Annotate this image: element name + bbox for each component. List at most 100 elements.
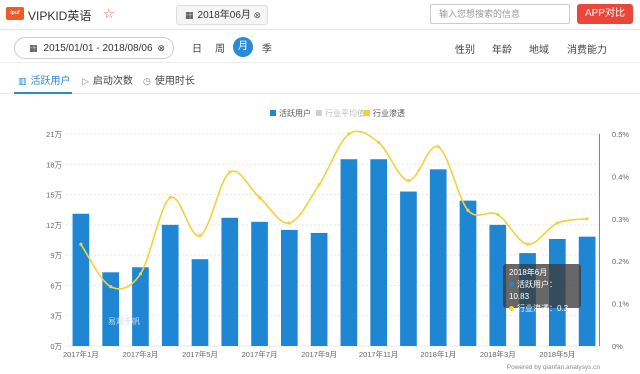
- app-logo: ipuf: [6, 7, 24, 20]
- legend-industry-average[interactable]: 行业平均值: [316, 108, 365, 119]
- active-tab-underline: [14, 92, 72, 94]
- calendar-icon: ▦: [29, 43, 38, 53]
- granularity-month[interactable]: 月: [233, 37, 253, 57]
- x-tick-label: 2017年9月: [301, 349, 337, 359]
- x-tick-label: 2017年1月: [63, 349, 99, 359]
- y-left-tick-label: 15万: [46, 191, 62, 200]
- metric-tabs: ▥ 活跃用户 ▷ 启动次数 ◷ 使用时长: [0, 64, 640, 94]
- penetration-point: [79, 242, 83, 246]
- y-right-tick-label: 0.4%: [612, 172, 629, 181]
- app-compare-button[interactable]: APP对比: [577, 4, 633, 24]
- tab-active-users[interactable]: ▥ 活跃用户: [18, 72, 71, 87]
- y-left-tick-label: 18万: [46, 160, 62, 169]
- date-range-picker[interactable]: ▦ 2015/01/01 - 2018/08/06 ⊗: [14, 37, 174, 59]
- month-value: 2018年06月: [197, 10, 251, 21]
- bar: [191, 259, 209, 346]
- x-tick-label: 2018年5月: [539, 349, 575, 359]
- penetration-point: [377, 140, 381, 145]
- legend-swatch: [270, 110, 276, 116]
- penetration-point: [496, 212, 500, 217]
- bar: [310, 232, 328, 346]
- penetration-point: [198, 234, 202, 238]
- bar: [429, 169, 447, 346]
- top-bar: ipuf VIPKID英语 ☆ ▦2018年06月 ⊗ APP对比: [0, 0, 640, 30]
- bar: [280, 229, 298, 346]
- bar: [161, 224, 179, 346]
- x-tick-label: 2017年11月: [359, 349, 398, 359]
- clock-icon: ◷: [143, 76, 151, 86]
- chart-legend: 活跃用户 行业平均值 行业渗透: [0, 108, 640, 120]
- bar: [370, 159, 388, 346]
- bar: [221, 217, 239, 346]
- filter-bar: ▦ 2015/01/01 - 2018/08/06 ⊗ 日 周 月 季 性别 年龄…: [0, 31, 640, 63]
- y-right-tick-label: 0%: [612, 342, 623, 351]
- tooltip-dot: [509, 282, 514, 287]
- legend-swatch: [364, 110, 370, 116]
- bar: [340, 159, 358, 346]
- bar: [132, 267, 149, 346]
- bar: [251, 221, 268, 346]
- y-left-tick-label: 3万: [50, 312, 62, 321]
- y-left-tick-label: 0万: [50, 342, 62, 351]
- granularity-quarter[interactable]: 季: [262, 40, 272, 55]
- penetration-point: [228, 170, 232, 174]
- app-name: VIPKID英语: [28, 9, 92, 23]
- y-left-tick-label: 12万: [46, 221, 62, 230]
- x-tick-label: 2018年3月: [480, 349, 516, 359]
- x-tick-label: 2018年1月: [420, 349, 456, 359]
- y-right-tick-label: 0.2%: [612, 257, 629, 266]
- x-tick-label: 2017年3月: [123, 349, 159, 359]
- watermark: 易观千帆: [108, 317, 140, 326]
- granularity-day[interactable]: 日: [192, 40, 202, 55]
- search-input[interactable]: [430, 4, 570, 24]
- clear-month-icon[interactable]: ⊗: [253, 6, 261, 24]
- tab-launch-count[interactable]: ▷ 启动次数: [82, 72, 133, 87]
- filter-spending[interactable]: 消费能力: [567, 41, 607, 56]
- filter-age[interactable]: 年龄: [492, 41, 512, 56]
- tab-usage-duration[interactable]: ◷ 使用时长: [143, 72, 195, 87]
- legend-active-users[interactable]: 活跃用户: [270, 108, 311, 119]
- penetration-point: [287, 221, 291, 225]
- tooltip-penetration: 行业渗透：0.3: [509, 303, 575, 315]
- footer-credit: Powered by qianfan.analysys.cn: [506, 364, 600, 371]
- y-right-tick-label: 0.3%: [612, 215, 629, 224]
- bar: [578, 236, 596, 346]
- penetration-point: [466, 208, 470, 212]
- date-range-value: 2015/01/01 - 2018/08/06: [43, 43, 153, 54]
- penetration-point: [555, 221, 559, 225]
- x-tick-label: 2017年5月: [182, 349, 218, 359]
- penetration-point: [406, 179, 411, 183]
- play-icon: ▷: [82, 76, 89, 86]
- clear-range-icon[interactable]: ⊗: [157, 38, 165, 58]
- tooltip-dot: [509, 306, 514, 311]
- bar: [459, 200, 477, 346]
- penetration-point: [168, 196, 172, 200]
- y-right-tick-label: 0.1%: [612, 300, 629, 309]
- calendar-icon: ▦: [185, 10, 194, 20]
- penetration-point: [585, 217, 589, 221]
- penetration-point: [317, 183, 321, 187]
- tooltip-title: 2018年6月: [509, 268, 548, 277]
- x-tick-label: 2017年7月: [242, 349, 278, 359]
- bar: [72, 213, 90, 346]
- penetration-point: [109, 285, 113, 289]
- bar: [102, 272, 120, 346]
- granularity-week[interactable]: 周: [215, 40, 225, 55]
- legend-industry-penetration[interactable]: 行业渗透: [364, 108, 405, 119]
- y-left-tick-label: 9万: [50, 251, 62, 260]
- penetration-point: [257, 196, 262, 200]
- month-picker[interactable]: ▦ 2018年06月 ⊗: [176, 5, 268, 25]
- y-right-tick-label: 0.5%: [612, 130, 629, 139]
- y-left-tick-label: 6万: [50, 281, 62, 290]
- favorite-star-icon[interactable]: ☆: [103, 6, 115, 22]
- penetration-point: [525, 242, 530, 246]
- legend-swatch: [316, 110, 322, 116]
- filter-gender[interactable]: 性别: [455, 41, 475, 56]
- bar: [400, 191, 417, 346]
- y-left-tick-label: 21万: [46, 130, 62, 139]
- filter-region[interactable]: 地域: [529, 41, 549, 56]
- penetration-point: [138, 272, 143, 276]
- penetration-point: [347, 132, 351, 136]
- penetration-point: [436, 145, 440, 149]
- active-users-chart: 0万 3万 6万 9万 12万 15万 18万 21万 0% 0.1% 0.2% 0.3% 0.4% 0.…: [46, 130, 629, 359]
